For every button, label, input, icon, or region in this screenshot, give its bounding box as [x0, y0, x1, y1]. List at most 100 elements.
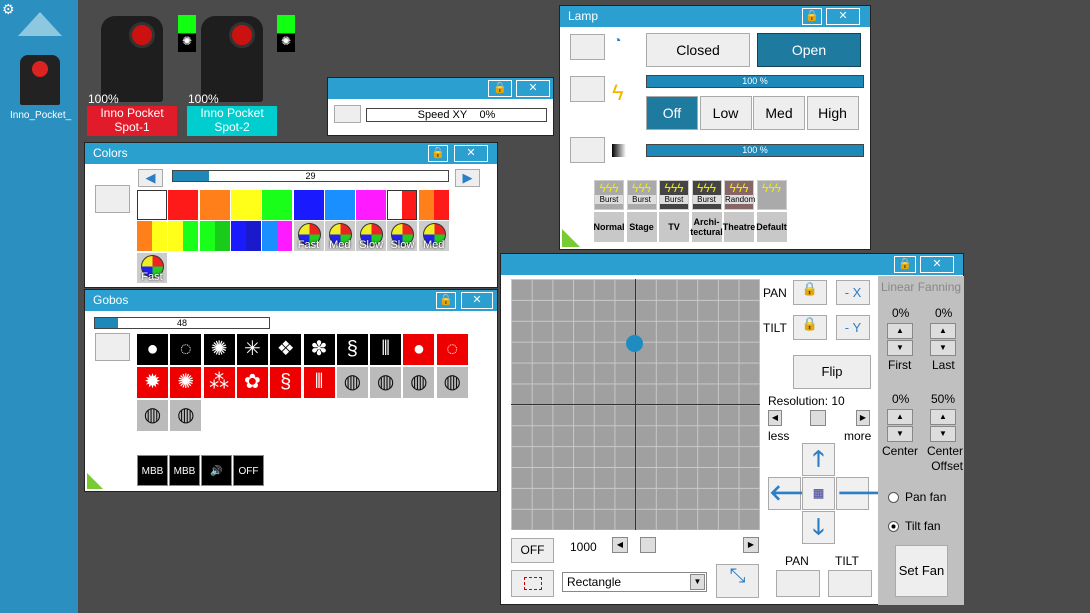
position-marker[interactable]	[626, 335, 643, 352]
lamp-power-toggle-button[interactable]	[570, 76, 605, 102]
shutter-toggle-button[interactable]	[570, 34, 605, 60]
offset-up-button[interactable]: ▲	[930, 409, 956, 425]
color-toggle-button[interactable]	[95, 185, 130, 213]
mbb-button[interactable]: MBB	[137, 455, 168, 486]
last-up-button[interactable]: ▲	[930, 323, 956, 339]
strobe-effect-button[interactable]: ϟϟϟ Burst	[691, 180, 722, 210]
gobo-button[interactable]: ◍	[436, 367, 468, 398]
shape-preview-button[interactable]	[511, 570, 554, 597]
lock-icon[interactable]: 🔒	[894, 256, 916, 273]
lamp-level-high[interactable]: High	[806, 96, 859, 130]
color-swatch[interactable]	[168, 190, 199, 220]
shape-select[interactable]: Rectangle ▼	[562, 572, 707, 592]
lock-icon[interactable]: 🔒	[488, 80, 512, 97]
color-swatch[interactable]	[199, 190, 230, 220]
dimmer-bar[interactable]: 100 %	[646, 144, 864, 157]
lamp-mode-button[interactable]: Default	[756, 212, 787, 242]
lock-icon[interactable]: 🔒	[436, 292, 456, 309]
gobo-button[interactable]: ◌	[170, 334, 202, 365]
gobo-button[interactable]: ❖	[270, 334, 302, 365]
gobo-button[interactable]: ⁂	[203, 367, 235, 398]
color-swatch[interactable]	[262, 221, 293, 251]
gobo-toggle-button[interactable]	[95, 333, 130, 361]
speed-toggle-button[interactable]	[334, 105, 361, 123]
color-wheel-button[interactable]: Med	[418, 221, 449, 251]
gobo-button[interactable]: ✺	[203, 334, 235, 365]
speed-xy-bar[interactable]: Speed XY 0%	[366, 108, 547, 122]
color-wheel-button[interactable]: Slow	[356, 221, 387, 251]
lamp-mode-button[interactable]: Normal	[594, 212, 625, 242]
tilt-output-button[interactable]	[828, 570, 872, 597]
closed-button[interactable]: Closed	[646, 33, 750, 67]
color-wheel-button[interactable]: Fast	[137, 253, 167, 283]
set-fan-button[interactable]: Set Fan	[895, 545, 948, 597]
gobo-button[interactable]: §	[270, 367, 302, 398]
color-wheel-button[interactable]: Med	[324, 221, 355, 251]
pan-lock-button[interactable]: 🔒	[793, 280, 827, 305]
close-button[interactable]: ✕	[454, 145, 488, 162]
color-swatch[interactable]	[324, 190, 355, 220]
color-swatch[interactable]	[293, 190, 324, 220]
first-up-button[interactable]: ▲	[887, 323, 913, 339]
color-swatch[interactable]	[262, 190, 293, 220]
lamp-mode-button[interactable]: TV	[659, 212, 689, 242]
open-button[interactable]: Open	[757, 33, 861, 67]
fixture-icon[interactable]	[20, 55, 60, 105]
color-swatch[interactable]	[356, 190, 387, 220]
lamp-mode-button[interactable]: Stage	[626, 212, 657, 242]
color-swatch[interactable]	[418, 190, 449, 220]
color-swatch[interactable]	[230, 190, 261, 220]
dimmer-toggle-button[interactable]	[570, 137, 605, 163]
color-wheel-button[interactable]: Fast	[293, 221, 324, 251]
strobe-effect-button[interactable]: ϟϟϟ	[756, 180, 787, 210]
color-swatch[interactable]	[137, 190, 167, 220]
next-arrow-button[interactable]: ▶	[455, 169, 480, 187]
invert-y-button[interactable]: - Y	[836, 315, 870, 340]
tilt-fan-radio[interactable]	[888, 521, 899, 532]
pan-output-button[interactable]	[776, 570, 820, 597]
gobo-button[interactable]: ●	[137, 334, 168, 365]
close-button[interactable]: ✕	[461, 292, 493, 309]
lamp-mode-button[interactable]: Archi-tectural	[690, 212, 723, 242]
arrow-down-button[interactable]: 🡓	[802, 511, 835, 544]
fixture-2[interactable]: ✺ 100% Inno Pocket Spot-2	[187, 14, 295, 136]
lock-icon[interactable]: 🔒	[802, 8, 822, 25]
speed-slider[interactable]: ◀ ▶	[612, 537, 759, 554]
add-corner-icon[interactable]	[87, 473, 103, 489]
first-down-button[interactable]: ▼	[887, 340, 913, 356]
xy-pad[interactable]	[511, 279, 760, 530]
lamp-level-off[interactable]: Off	[646, 96, 698, 130]
gobo-button[interactable]: ✽	[303, 334, 335, 365]
arrow-left-button[interactable]: 🡐	[768, 477, 828, 510]
off-button[interactable]: OFF	[511, 538, 554, 563]
add-corner-icon[interactable]	[562, 229, 580, 247]
gobo-button[interactable]: ◍	[170, 400, 202, 431]
center-down-button[interactable]: ▼	[887, 426, 913, 442]
prev-arrow-button[interactable]: ◀	[138, 169, 163, 187]
lamp-mode-button[interactable]: Theatre	[723, 212, 755, 242]
gobo-button[interactable]: ◍	[403, 367, 435, 398]
center-up-button[interactable]: ▲	[887, 409, 913, 425]
gobo-button[interactable]: ✿	[236, 367, 268, 398]
gobo-button[interactable]: ◍	[370, 367, 402, 398]
lamp-level-med[interactable]: Med	[753, 96, 805, 130]
gear-icon[interactable]: ⚙	[2, 1, 15, 18]
mbb-off-button[interactable]: MBB	[169, 455, 200, 486]
intensity-bar[interactable]: 100 %	[646, 75, 864, 88]
chevron-up-icon[interactable]	[18, 12, 62, 36]
gobo-button[interactable]: ◌	[436, 334, 468, 365]
last-down-button[interactable]: ▼	[930, 340, 956, 356]
color-swatch[interactable]	[168, 221, 199, 251]
lock-icon[interactable]: 🔒	[428, 145, 448, 162]
swap-direction-button[interactable]: ⤡	[716, 564, 759, 598]
flip-button[interactable]: Flip	[793, 355, 871, 389]
title-bar[interactable]: Lamp	[560, 6, 870, 27]
invert-x-button[interactable]: - X	[836, 280, 870, 305]
gobo-slider[interactable]: 48	[94, 317, 270, 329]
tilt-lock-button[interactable]: 🔒	[793, 315, 827, 340]
resolution-slider[interactable]: ◀ ▶	[768, 410, 872, 427]
gobo-button[interactable]: ✺	[170, 367, 202, 398]
color-swatch[interactable]	[387, 190, 418, 220]
gobo-button[interactable]: ✳	[236, 334, 268, 365]
gobo-button[interactable]: ✹	[137, 367, 168, 398]
